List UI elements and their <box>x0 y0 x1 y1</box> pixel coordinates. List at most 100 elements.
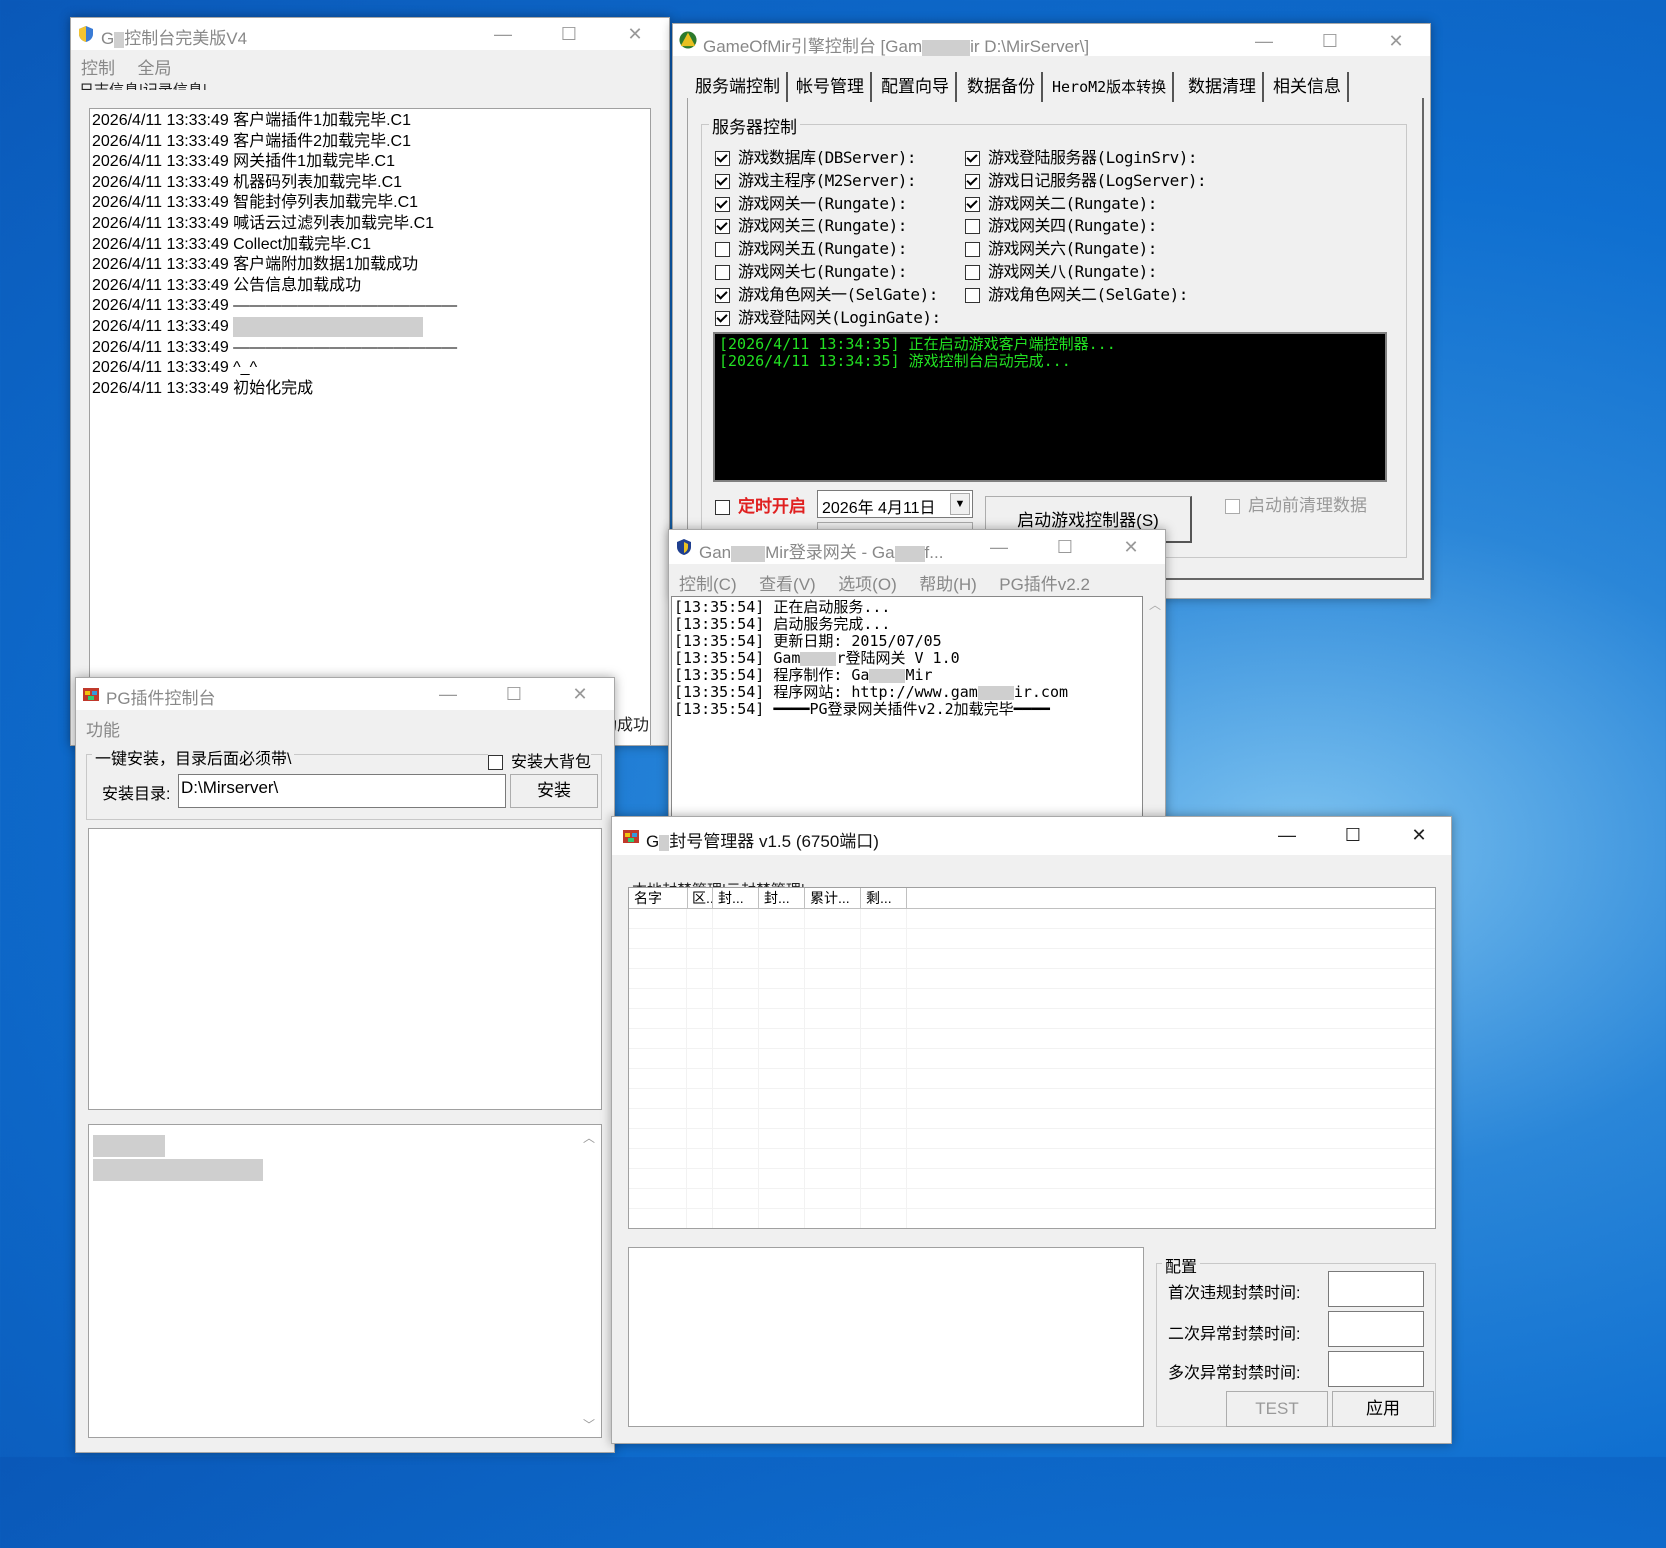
log-timestamp: 2026/4/11 13:33:49 <box>92 276 229 294</box>
app-icon <box>623 830 639 843</box>
dropdown-arrow-icon[interactable]: ▼ <box>950 493 970 515</box>
server-checkbox[interactable] <box>715 287 730 303</box>
close-icon[interactable]: ✕ <box>605 20 665 48</box>
engine-console-window: GameOfMir引擎控制台 [Gam ir D:\MirServer\] — ☐… <box>672 23 1431 599</box>
bigpack-row: 安装大背包 <box>488 748 592 772</box>
server-checkbox[interactable] <box>715 151 730 166</box>
log-panel[interactable]: 2026/4/11 13:33:49 客户端插件1加载完毕.C1 2026/4/1… <box>89 108 651 745</box>
gateway-log-text: Gam <box>773 649 801 667</box>
server-checkbox[interactable] <box>715 173 730 189</box>
log-message: 客户端附加数据1加载成功 <box>233 256 419 274</box>
close-icon[interactable]: ✕ <box>1389 821 1449 849</box>
server-checkbox[interactable] <box>715 242 730 258</box>
dir-input[interactable]: D:\Mirserver\ <box>178 774 506 808</box>
install-button[interactable]: 安装 <box>510 774 598 808</box>
plugin-list-panel[interactable] <box>88 828 602 1110</box>
vertical-scrollbar[interactable]: ︿ <box>1145 596 1165 820</box>
title-bar[interactable]: Gan Mir登录网关 - Ga f... — ☐ ✕ <box>669 530 1165 564</box>
menu-bar: 控制(C) 查看(V) 选项(O) 帮助(H) PG插件v2.2 <box>679 570 1165 595</box>
gateway-log-timestamp: [13:35:54] <box>674 649 765 667</box>
window-title: GameOfMir引擎控制台 [Gam ir D:\MirServer\] <box>703 37 1090 56</box>
timer-checkbox[interactable] <box>715 500 730 516</box>
server-checkbox[interactable] <box>965 219 980 235</box>
menu-item-view[interactable]: 查看(V) <box>759 570 816 595</box>
menu-bar: 功能 <box>86 716 614 741</box>
maximize-icon[interactable]: ☐ <box>1300 27 1360 55</box>
ban-table[interactable]: 名字 区... 封... 封... 累计... 剩... <box>628 887 1436 1229</box>
bigpack-label: 安装大背包 <box>511 754 592 771</box>
log-message: —————————————— <box>233 297 458 315</box>
gateway-log-line: [13:35:54] Gam r登陆网关 V 1.0 <box>674 650 1068 667</box>
field-third-input[interactable] <box>1328 1351 1424 1387</box>
server-checkbox[interactable] <box>715 265 730 280</box>
title-bar[interactable]: GameOfMir引擎控制台 [Gam ir D:\MirServer\] — ☐… <box>673 24 1430 56</box>
date-picker[interactable]: 2026年 4月11日 ▼ <box>817 490 973 518</box>
maximize-icon[interactable]: ☐ <box>1323 821 1383 849</box>
server-checkbox-row: 游戏网关一(Rungate): <box>715 190 907 214</box>
server-checkbox[interactable] <box>965 265 980 280</box>
log-timestamp: 2026/4/11 13:33:49 <box>92 214 229 232</box>
minimize-icon[interactable]: — <box>473 20 533 48</box>
log-timestamp: 2026/4/11 13:33:49 <box>92 173 229 191</box>
minimize-icon[interactable]: — <box>1234 27 1294 55</box>
server-checkbox-row: 游戏网关六(Rungate): <box>965 235 1157 259</box>
server-checkbox-label: 游戏网关七(Rungate): <box>738 262 907 281</box>
field-second-input[interactable] <box>1328 1311 1424 1347</box>
server-checkbox[interactable] <box>715 219 730 235</box>
gateway-log-panel[interactable]: [13:35:54] 正在启动服务... [13:35:54] 启动服务完成...… <box>671 596 1143 820</box>
title-bar[interactable]: PG插件控制台 — ☐ ✕ <box>76 678 614 710</box>
clean-checkbox[interactable] <box>1225 499 1240 515</box>
column-ban-b[interactable]: 封... <box>759 888 805 908</box>
tab-strip-cut[interactable]: 日志信息|记录信息| <box>79 78 207 90</box>
close-icon[interactable]: ✕ <box>550 680 610 708</box>
title-bar[interactable]: G 封号管理器 v1.5 (6750端口) — ☐ ✕ <box>612 817 1451 855</box>
server-checkbox[interactable] <box>965 196 980 212</box>
server-checkbox[interactable] <box>965 287 980 303</box>
menu-item-control[interactable]: 控制(C) <box>679 570 737 595</box>
close-icon[interactable]: ✕ <box>1101 533 1161 561</box>
menu-item-help[interactable]: 帮助(H) <box>919 570 977 595</box>
field-first-input[interactable] <box>1328 1271 1424 1307</box>
title-bar[interactable]: G 控制台完美版V4 — ☐ ✕ <box>71 18 669 50</box>
redacted-text <box>800 651 837 666</box>
menu-item-control[interactable]: 控制 <box>81 54 115 79</box>
maximize-icon[interactable]: ☐ <box>484 680 544 708</box>
shield-icon <box>79 26 93 42</box>
server-checkbox[interactable] <box>715 196 730 212</box>
menu-item-global[interactable]: 全局 <box>137 54 171 79</box>
column-total[interactable]: 累计... <box>805 888 861 908</box>
gateway-log-text-tail: r登陆网关 V 1.0 <box>836 649 960 667</box>
server-checkbox[interactable] <box>965 242 980 258</box>
menu-item-function[interactable]: 功能 <box>86 716 120 741</box>
server-checkbox[interactable] <box>965 151 980 166</box>
minimize-icon[interactable]: — <box>969 533 1029 561</box>
scroll-up-icon[interactable]: ︿ <box>1145 596 1165 613</box>
column-remaining[interactable]: 剩... <box>861 888 907 908</box>
scroll-up-icon[interactable]: ︿ <box>583 1129 595 1146</box>
menu-item-options[interactable]: 选项(O) <box>838 570 897 595</box>
plugin-info-panel[interactable]: ︿ ﹀ <box>88 1124 602 1438</box>
console-output[interactable]: [2026/4/11 13:34:35] 正在启动游戏客户端控制器... [202… <box>713 332 1387 482</box>
redacted-text <box>977 685 1014 700</box>
apply-button[interactable]: 应用 <box>1332 1391 1434 1427</box>
column-zone[interactable]: 区... <box>687 888 713 908</box>
log-lines: 2026/4/11 13:33:49 客户端插件1加载完毕.C1 2026/4/1… <box>92 111 457 399</box>
server-checkbox[interactable] <box>965 173 980 189</box>
minimize-icon[interactable]: — <box>1257 821 1317 849</box>
bigpack-checkbox[interactable] <box>488 755 503 771</box>
column-ban-a[interactable]: 封... <box>713 888 759 908</box>
scroll-down-icon[interactable]: ﹀ <box>583 1416 595 1433</box>
server-checkbox[interactable] <box>715 310 730 326</box>
close-icon[interactable]: ✕ <box>1366 27 1426 55</box>
console-line: [2026/4/11 13:34:35] 游戏控制台启动完成... <box>719 352 1071 370</box>
maximize-icon[interactable]: ☐ <box>539 20 599 48</box>
column-name[interactable]: 名字 <box>629 888 688 908</box>
maximize-icon[interactable]: ☐ <box>1035 533 1095 561</box>
server-checkbox-label: 游戏主程序(M2Server): <box>738 170 916 190</box>
server-checkbox-label: 游戏网关五(Rungate): <box>738 239 907 259</box>
minimize-icon[interactable]: — <box>418 680 478 708</box>
test-button[interactable]: TEST <box>1226 1391 1328 1427</box>
ban-log-panel[interactable] <box>628 1247 1144 1427</box>
redacted-content <box>93 1135 263 1181</box>
menu-item-pg-plugin[interactable]: PG插件v2.2 <box>999 570 1090 595</box>
